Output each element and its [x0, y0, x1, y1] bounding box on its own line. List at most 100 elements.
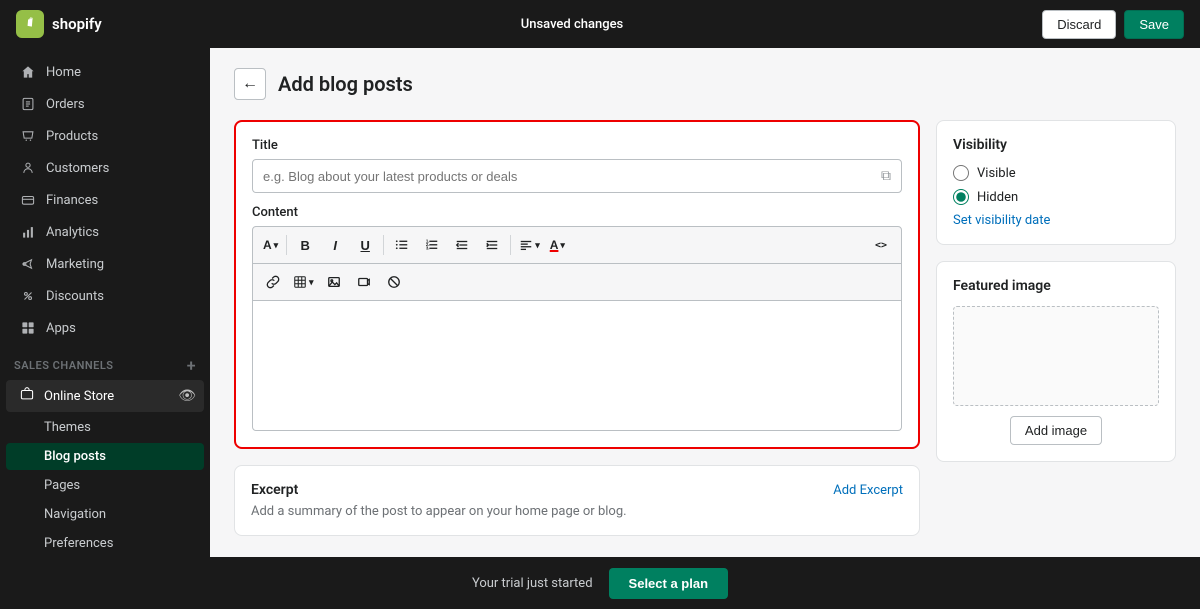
excerpt-description: Add a summary of the post to appear on y… — [251, 504, 903, 519]
shopify-logo-icon — [16, 10, 44, 38]
topbar-left: shopify — [16, 10, 102, 38]
title-input-wrapper[interactable]: ⧉ — [252, 159, 902, 193]
visible-label: Visible — [977, 166, 1016, 181]
page-header: ← Add blog posts — [234, 68, 1176, 100]
sidebar-sub-item-themes[interactable]: Themes — [6, 414, 204, 441]
source-button[interactable]: <> — [867, 231, 895, 259]
sidebar-item-label: Products — [46, 129, 98, 144]
sidebar-sub-item-navigation[interactable]: Navigation — [6, 501, 204, 528]
toolbar-separator — [383, 235, 384, 255]
analytics-icon — [20, 224, 36, 240]
indent-decrease-button[interactable] — [448, 231, 476, 259]
visible-radio[interactable] — [953, 165, 969, 181]
sidebar-sub-item-preferences[interactable]: Preferences — [6, 530, 204, 557]
text-color-dropdown-button[interactable]: A ▾ — [546, 234, 569, 256]
featured-image-card: Featured image Add image — [936, 261, 1176, 462]
app-layout: Home Orders Products Customers Finances — [0, 48, 1200, 557]
home-icon — [20, 64, 36, 80]
sidebar-item-online-store[interactable]: Online Store 👁 — [6, 380, 204, 412]
excerpt-title: Excerpt — [251, 482, 298, 498]
sidebar-item-label: Orders — [46, 97, 85, 112]
sub-item-label: Themes — [44, 420, 91, 435]
featured-image-title: Featured image — [953, 278, 1159, 294]
input-icon: ⧉ — [881, 168, 891, 184]
image-button[interactable] — [320, 268, 348, 296]
indent-increase-button[interactable] — [478, 231, 506, 259]
content-label: Content — [252, 205, 902, 220]
chevron-down-icon: ▾ — [560, 240, 565, 251]
sub-item-label: Preferences — [44, 536, 113, 551]
chevron-down-icon: ▾ — [274, 240, 279, 251]
link-button[interactable] — [259, 268, 287, 296]
sidebar-item-discounts[interactable]: Discounts — [6, 281, 204, 311]
select-plan-button[interactable]: Select a plan — [609, 568, 728, 599]
unordered-list-button[interactable] — [388, 231, 416, 259]
sidebar-item-finances[interactable]: Finances — [6, 185, 204, 215]
ordered-list-button[interactable]: 1.2.3. — [418, 231, 446, 259]
editor-toolbar-row2: ▾ — [252, 264, 902, 301]
svg-text:3.: 3. — [426, 245, 430, 250]
chevron-down-icon: ▾ — [309, 277, 314, 288]
sidebar-item-customers[interactable]: Customers — [6, 153, 204, 183]
main-content: ← Add blog posts Title ⧉ Content — [210, 48, 1200, 557]
apps-icon — [20, 320, 36, 336]
left-column: Title ⧉ Content A ▾ B — [234, 120, 920, 536]
sidebar-item-label: Finances — [46, 193, 98, 208]
clear-format-button[interactable] — [380, 268, 408, 296]
sidebar-sub-item-pages[interactable]: Pages — [6, 472, 204, 499]
sidebar-item-products[interactable]: Products — [6, 121, 204, 151]
finances-icon — [20, 192, 36, 208]
online-store-icon — [20, 387, 34, 405]
sub-item-label: Blog posts — [44, 449, 106, 464]
toolbar-separator — [510, 235, 511, 255]
table-dropdown-button[interactable]: ▾ — [289, 271, 318, 293]
topbar-actions: Discard Save — [1042, 10, 1184, 39]
blog-post-form-card: Title ⧉ Content A ▾ B — [234, 120, 920, 449]
add-sales-channel-button[interactable]: + — [187, 356, 196, 375]
align-dropdown-button[interactable]: ▾ — [515, 234, 544, 256]
trial-text: Your trial just started — [472, 576, 593, 591]
editor-body[interactable] — [252, 301, 902, 431]
sidebar-item-orders[interactable]: Orders — [6, 89, 204, 119]
sidebar-item-home[interactable]: Home — [6, 57, 204, 87]
video-button[interactable] — [350, 268, 378, 296]
italic-button[interactable]: I — [321, 231, 349, 259]
save-button[interactable]: Save — [1124, 10, 1184, 39]
sidebar-item-label: Home — [46, 65, 81, 80]
sidebar-item-label: Customers — [46, 161, 109, 176]
topbar: shopify Unsaved changes Discard Save — [0, 0, 1200, 48]
sidebar-item-analytics[interactable]: Analytics — [6, 217, 204, 247]
bold-button[interactable]: B — [291, 231, 319, 259]
sidebar: Home Orders Products Customers Finances — [0, 48, 210, 557]
title-input[interactable] — [263, 169, 881, 184]
font-dropdown-button[interactable]: A ▾ — [259, 234, 282, 256]
sidebar-item-label: Discounts — [46, 289, 104, 304]
excerpt-card: Excerpt Add Excerpt Add a summary of the… — [234, 465, 920, 536]
sales-channels-header: Sales channels + — [0, 344, 210, 379]
unsaved-changes-label: Unsaved changes — [521, 17, 624, 32]
marketing-icon — [20, 256, 36, 272]
visibility-title: Visibility — [953, 137, 1159, 153]
back-button[interactable]: ← — [234, 68, 266, 100]
add-image-button[interactable]: Add image — [1010, 416, 1102, 445]
toolbar-separator — [286, 235, 287, 255]
sidebar-sub-item-blog-posts[interactable]: Blog posts — [6, 443, 204, 470]
sidebar-item-apps[interactable]: Apps — [6, 313, 204, 343]
sidebar-item-marketing[interactable]: Marketing — [6, 249, 204, 279]
hidden-radio[interactable] — [953, 189, 969, 205]
underline-button[interactable]: U — [351, 231, 379, 259]
add-excerpt-link[interactable]: Add Excerpt — [833, 483, 903, 498]
sidebar-item-label: Analytics — [46, 225, 99, 240]
online-store-label: Online Store — [44, 389, 114, 404]
discard-button[interactable]: Discard — [1042, 10, 1116, 39]
bottom-bar: Your trial just started Select a plan — [0, 557, 1200, 609]
editor-toolbar-row1: A ▾ B I U 1.2.3. — [252, 226, 902, 264]
hidden-label: Hidden — [977, 190, 1018, 205]
orders-icon — [20, 96, 36, 112]
set-visibility-date-link[interactable]: Set visibility date — [953, 213, 1159, 228]
brand-name: shopify — [52, 15, 102, 33]
shopify-logo: shopify — [16, 10, 102, 38]
customers-icon — [20, 160, 36, 176]
sub-item-label: Pages — [44, 478, 80, 493]
hidden-radio-row: Hidden — [953, 189, 1159, 205]
